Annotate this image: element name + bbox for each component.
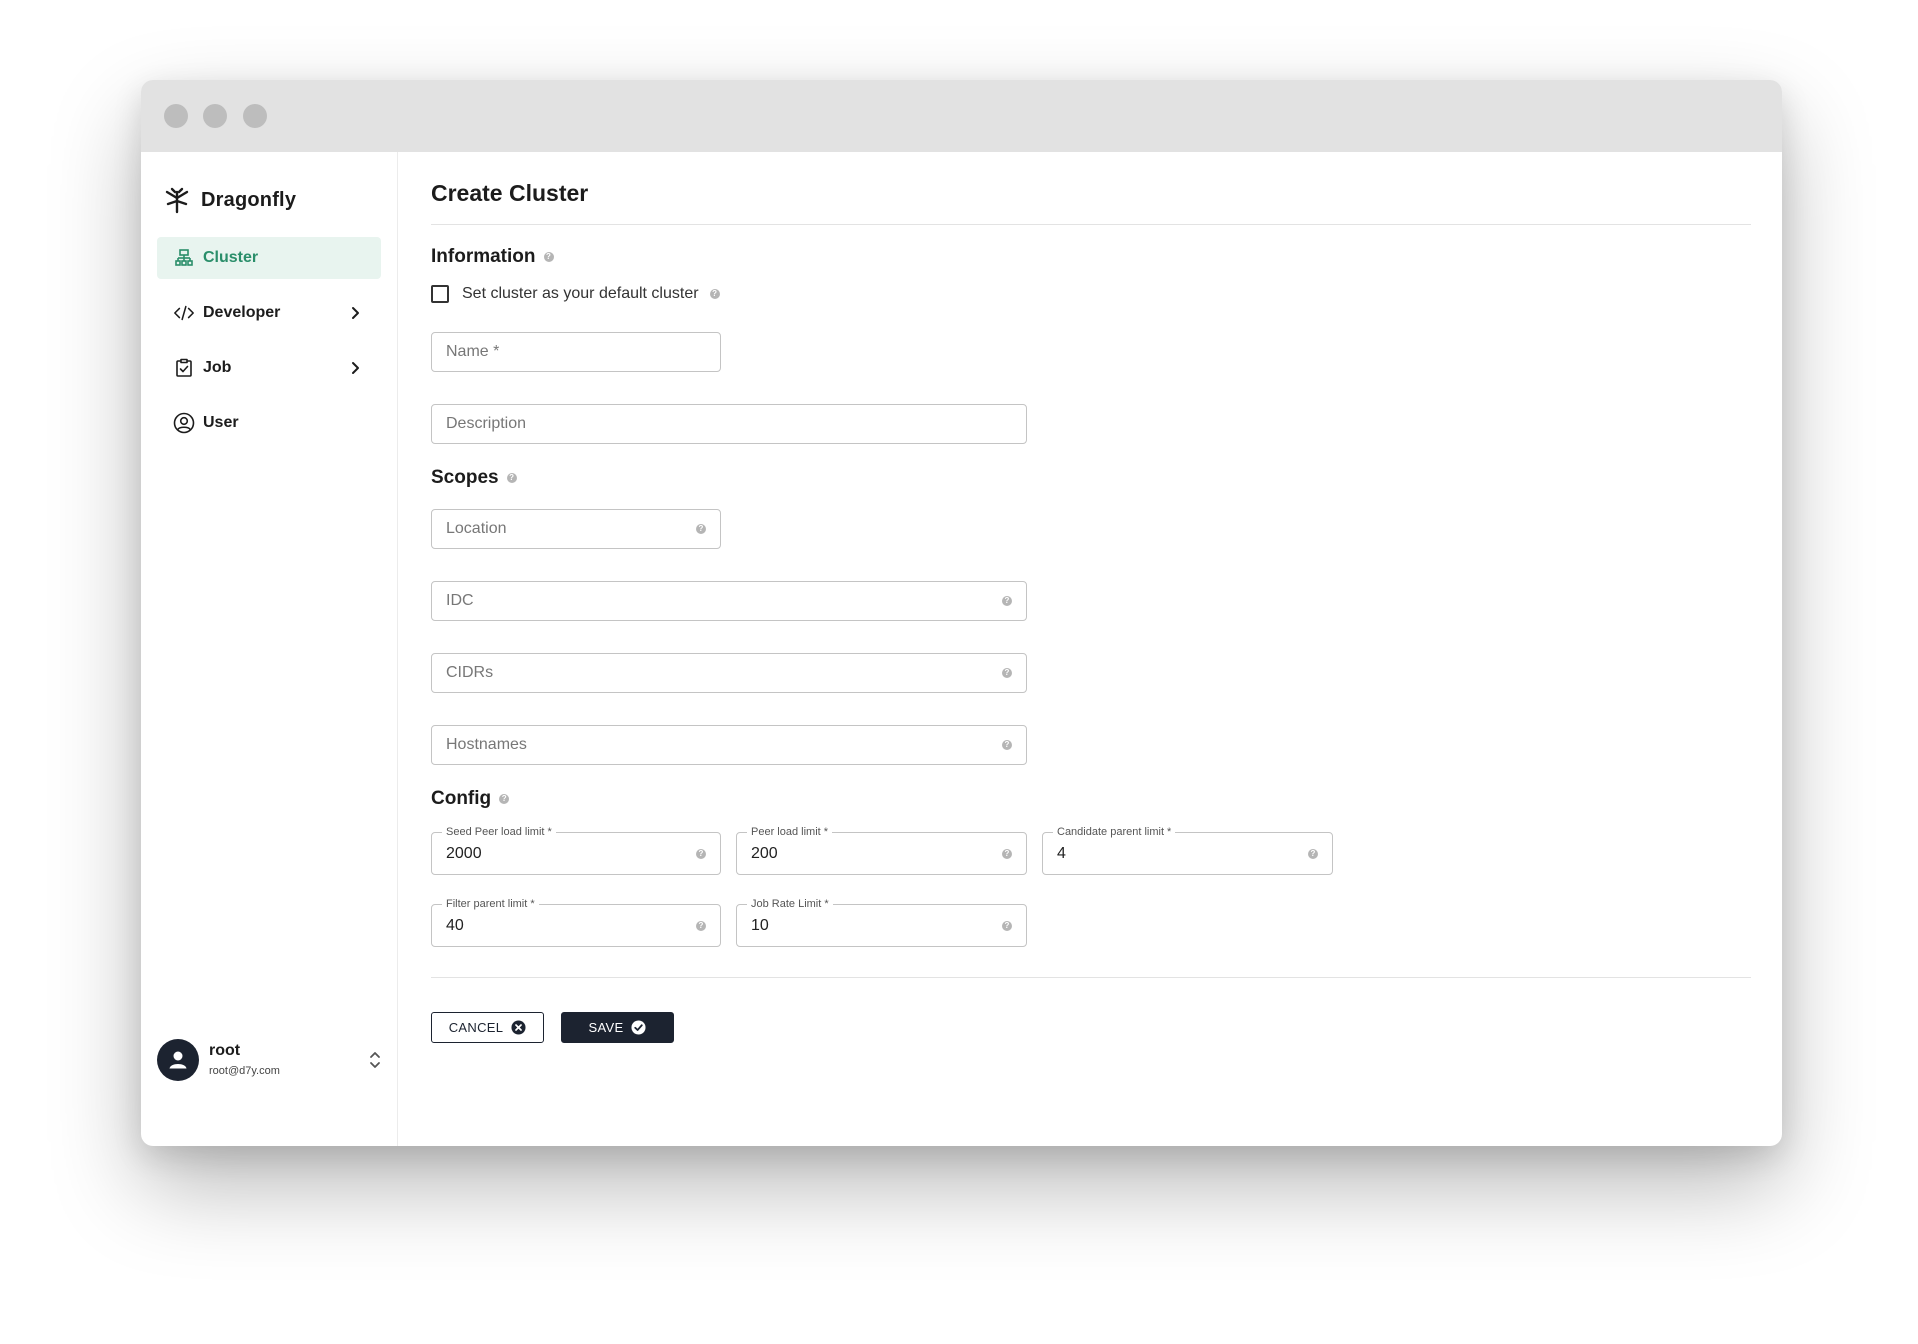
help-icon[interactable]: ? <box>1002 596 1012 606</box>
save-button-label: SAVE <box>588 1020 624 1035</box>
sidebar-nav: Cluster Developer Job User <box>157 237 381 457</box>
code-icon <box>173 302 195 324</box>
field-label: Seed Peer load limit * <box>442 825 556 839</box>
candidate-parent-limit-input[interactable] <box>1057 844 1302 863</box>
idc-field[interactable]: ? <box>431 581 1027 621</box>
sidebar-item-developer[interactable]: Developer <box>157 292 381 334</box>
sidebar-item-label: Cluster <box>203 249 259 266</box>
filter-parent-limit-field[interactable]: Filter parent limit * ? <box>431 897 721 947</box>
default-cluster-label: Set cluster as your default cluster <box>462 285 699 302</box>
config-section-title: Config ? <box>431 788 510 810</box>
default-cluster-option: Set cluster as your default cluster ? <box>431 285 720 303</box>
seed-peer-load-limit-input[interactable] <box>446 844 690 863</box>
help-icon[interactable]: ? <box>709 289 720 299</box>
help-icon[interactable]: ? <box>1002 668 1012 678</box>
chevron-right-icon <box>347 305 363 321</box>
section-title-text: Config <box>431 788 492 809</box>
user-profile[interactable]: root root@d7y.com <box>157 1039 385 1081</box>
hostnames-field[interactable]: ? <box>431 725 1027 765</box>
help-icon[interactable]: ? <box>499 794 510 804</box>
user-name: root <box>209 1042 241 1059</box>
window-minimize-dot[interactable] <box>203 104 227 128</box>
idc-input[interactable] <box>446 592 996 610</box>
page-title: Create Cluster <box>431 180 589 206</box>
field-label: Candidate parent limit * <box>1053 825 1176 839</box>
window-titlebar <box>141 80 1782 152</box>
dragonfly-logo-icon <box>163 186 191 214</box>
window-close-dot[interactable] <box>164 104 188 128</box>
user-info: root root@d7y.com <box>209 1041 365 1079</box>
scopes-section-title: Scopes ? <box>431 467 517 489</box>
default-cluster-checkbox[interactable] <box>431 285 449 303</box>
help-icon[interactable]: ? <box>1002 920 1012 931</box>
user-email: root@d7y.com <box>209 1065 280 1077</box>
filter-parent-limit-input[interactable] <box>446 916 690 935</box>
sidebar-item-cluster[interactable]: Cluster <box>157 237 381 279</box>
app-window: Dragonfly Cluster Developer Job User roo… <box>141 80 1782 1146</box>
divider <box>431 977 1751 978</box>
name-input[interactable] <box>446 343 706 361</box>
brand[interactable]: Dragonfly <box>163 186 296 214</box>
help-icon[interactable]: ? <box>696 848 706 859</box>
sidebar: Dragonfly Cluster Developer Job User roo… <box>141 152 398 1146</box>
clipboard-check-icon <box>173 357 195 379</box>
help-icon[interactable]: ? <box>696 524 706 534</box>
brand-name: Dragonfly <box>201 188 297 211</box>
cancel-button[interactable]: CANCEL <box>431 1012 544 1043</box>
peer-load-limit-field[interactable]: Peer load limit * ? <box>736 825 1027 875</box>
sidebar-item-label: Developer <box>203 304 281 321</box>
help-icon[interactable]: ? <box>1002 740 1012 750</box>
cancel-circle-icon <box>511 1020 526 1035</box>
field-label: Peer load limit * <box>747 825 833 839</box>
location-field[interactable]: ? <box>431 509 721 549</box>
job-rate-limit-field[interactable]: Job Rate Limit * ? <box>736 897 1027 947</box>
chevron-right-icon <box>347 360 363 376</box>
save-button[interactable]: SAVE <box>561 1012 674 1043</box>
peer-load-limit-input[interactable] <box>751 844 996 863</box>
hostnames-input[interactable] <box>446 736 996 754</box>
description-field[interactable] <box>431 404 1027 444</box>
main-content: Create Cluster Information ? Set cluster… <box>431 152 1751 1146</box>
help-icon[interactable]: ? <box>543 252 554 262</box>
candidate-parent-limit-field[interactable]: Candidate parent limit * ? <box>1042 825 1333 875</box>
name-field[interactable] <box>431 332 721 372</box>
description-input[interactable] <box>446 415 1012 433</box>
sidebar-item-job[interactable]: Job <box>157 347 381 389</box>
divider <box>431 224 1751 225</box>
unfold-icon[interactable] <box>365 1048 385 1072</box>
sidebar-item-user[interactable]: User <box>157 402 381 444</box>
field-label: Job Rate Limit * <box>747 897 833 911</box>
help-icon[interactable]: ? <box>1308 848 1318 859</box>
seed-peer-load-limit-field[interactable]: Seed Peer load limit * ? <box>431 825 721 875</box>
cidrs-field[interactable]: ? <box>431 653 1027 693</box>
avatar <box>157 1039 199 1081</box>
sidebar-item-label: User <box>203 414 239 431</box>
information-section-title: Information ? <box>431 246 554 268</box>
cancel-button-label: CANCEL <box>448 1020 504 1035</box>
check-circle-icon <box>631 1020 646 1035</box>
help-icon[interactable]: ? <box>1002 848 1012 859</box>
help-icon[interactable]: ? <box>696 920 706 931</box>
cluster-icon <box>173 247 195 269</box>
user-circle-icon <box>173 412 195 434</box>
sidebar-item-label: Job <box>203 359 232 376</box>
window-maximize-dot[interactable] <box>243 104 267 128</box>
location-input[interactable] <box>446 520 690 538</box>
section-title-text: Scopes <box>431 467 499 488</box>
cidrs-input[interactable] <box>446 664 996 682</box>
section-title-text: Information <box>431 246 536 267</box>
job-rate-limit-input[interactable] <box>751 916 996 935</box>
field-label: Filter parent limit * <box>442 897 539 911</box>
help-icon[interactable]: ? <box>506 473 517 483</box>
